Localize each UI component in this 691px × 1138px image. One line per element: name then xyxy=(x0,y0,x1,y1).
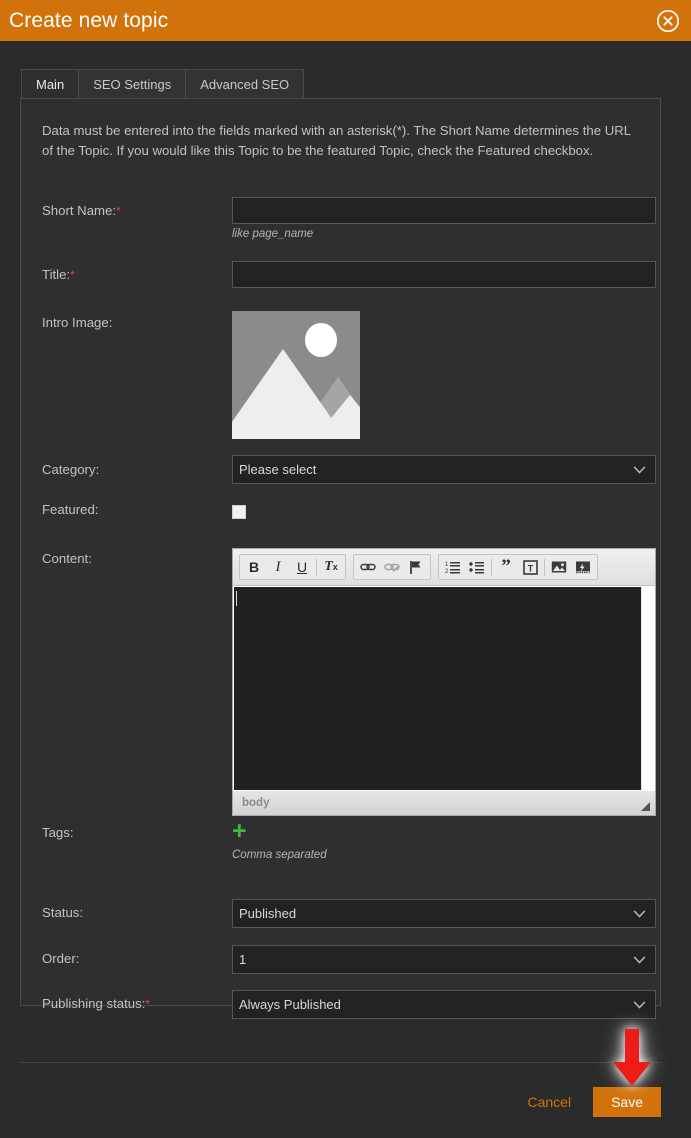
editor-content-area[interactable] xyxy=(233,586,655,791)
status-select[interactable]: Published xyxy=(232,899,656,928)
order-value: 1 xyxy=(239,952,246,967)
element-path-body: body xyxy=(242,797,269,809)
footer-divider xyxy=(20,1062,661,1063)
blockquote-icon[interactable]: ” xyxy=(494,556,518,578)
create-topic-dialog: Create new topic Main SEO Settings Advan… xyxy=(0,0,691,1138)
media-flash-icon[interactable] xyxy=(571,556,595,578)
required-asterisk: * xyxy=(70,268,75,282)
image-placeholder-icon[interactable] xyxy=(232,311,360,439)
picture-glyph xyxy=(551,560,567,574)
underline-icon[interactable]: U xyxy=(290,556,314,578)
remove-format-icon[interactable]: Tx xyxy=(319,556,343,578)
title-input[interactable] xyxy=(232,261,656,288)
chain-glyph xyxy=(360,560,376,574)
featured-checkbox[interactable] xyxy=(232,505,246,519)
category-value: Please select xyxy=(239,462,316,477)
content-label: Content: xyxy=(42,551,92,566)
resize-grip[interactable] xyxy=(641,802,650,811)
dialog-title: Create new topic xyxy=(0,10,168,31)
dialog-titlebar: Create new topic xyxy=(0,0,691,41)
bulleted-list-icon[interactable] xyxy=(465,556,489,578)
main-tab-panel: Data must be entered into the fields mar… xyxy=(20,98,661,1006)
chevron-down-icon xyxy=(633,1001,646,1009)
rich-text-editor: B I U Tx xyxy=(232,548,656,816)
unordered-list-glyph xyxy=(469,560,485,574)
editor-group-insert: 1 2 xyxy=(438,554,598,580)
chevron-down-icon xyxy=(633,956,646,964)
required-asterisk: * xyxy=(116,204,121,218)
template-box-glyph: T xyxy=(523,560,538,575)
editor-status-bar: body xyxy=(233,791,655,815)
close-circle-glyph xyxy=(656,9,680,33)
short-name-input[interactable] xyxy=(232,197,656,224)
editor-toolbar: B I U Tx xyxy=(233,549,655,586)
cancel-button[interactable]: Cancel xyxy=(527,1094,571,1110)
short-name-label: Short Name:* xyxy=(42,203,121,218)
numbered-list-icon[interactable]: 1 2 xyxy=(441,556,465,578)
mountain-shape-right xyxy=(314,395,360,439)
status-value: Published xyxy=(239,906,296,921)
red-down-arrow xyxy=(611,1029,653,1087)
featured-label: Featured: xyxy=(42,502,98,517)
anchor-flag-icon[interactable] xyxy=(404,556,428,578)
bold-icon[interactable]: B xyxy=(242,556,266,578)
tab-main[interactable]: Main xyxy=(21,69,79,99)
ordered-list-glyph: 1 2 xyxy=(445,560,461,574)
tags-label: Tags: xyxy=(42,825,74,840)
editor-group-formatting: B I U Tx xyxy=(239,554,346,580)
editor-scrollbar[interactable] xyxy=(641,587,654,790)
svg-text:1: 1 xyxy=(445,562,449,568)
order-label: Order: xyxy=(42,951,79,966)
link-icon[interactable] xyxy=(356,556,380,578)
short-name-hint: like page_name xyxy=(232,228,656,240)
unlink-icon[interactable] xyxy=(380,556,404,578)
status-label: Status: xyxy=(42,905,83,920)
italic-icon[interactable]: I xyxy=(266,556,290,578)
intro-description: Data must be entered into the fields mar… xyxy=(42,121,632,161)
toolbar-separator xyxy=(316,559,317,576)
image-icon[interactable] xyxy=(547,556,571,578)
editor-group-links xyxy=(353,554,431,580)
publishing-status-value: Always Published xyxy=(239,997,341,1012)
toolbar-separator xyxy=(544,559,545,576)
text-caret xyxy=(236,591,237,606)
order-select[interactable]: 1 xyxy=(232,945,656,974)
broken-chain-glyph xyxy=(384,560,400,574)
intro-image-label: Intro Image: xyxy=(42,315,112,330)
templates-icon[interactable]: T xyxy=(518,556,542,578)
chevron-down-icon xyxy=(633,466,646,474)
tab-bar: Main SEO Settings Advanced SEO xyxy=(21,68,303,99)
title-label: Title:* xyxy=(42,267,75,282)
toolbar-separator xyxy=(491,559,492,576)
tab-seo-settings[interactable]: SEO Settings xyxy=(78,69,186,99)
chevron-down-icon xyxy=(633,910,646,918)
close-icon[interactable] xyxy=(655,8,681,34)
dialog-footer: Cancel Save xyxy=(0,1080,691,1124)
svg-text:T: T xyxy=(527,563,533,573)
publishing-status-select[interactable]: Always Published xyxy=(232,990,656,1019)
category-label: Category: xyxy=(42,462,99,477)
svg-text:2: 2 xyxy=(445,569,449,574)
save-button[interactable]: Save xyxy=(593,1087,661,1117)
required-asterisk: * xyxy=(145,997,150,1011)
flash-media-glyph xyxy=(575,560,591,575)
category-select[interactable]: Please select xyxy=(232,455,656,484)
plus-icon[interactable]: + xyxy=(232,821,327,841)
tab-advanced-seo[interactable]: Advanced SEO xyxy=(185,69,304,99)
flag-glyph xyxy=(409,560,423,575)
publishing-status-label: Publishing status:* xyxy=(42,996,150,1011)
tags-hint: Comma separated xyxy=(232,849,327,861)
